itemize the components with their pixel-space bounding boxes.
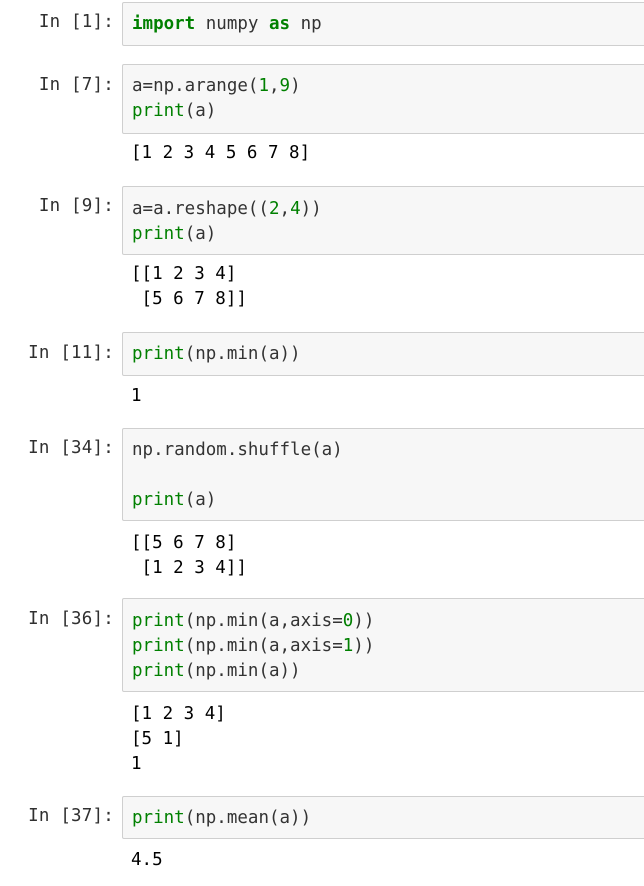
- code-line: a=np.arange(1,9): [132, 74, 301, 99]
- code-token: print: [132, 636, 185, 656]
- code-token: print: [132, 224, 185, 244]
- code-input-area[interactable]: np.random.shuffle(a) print(a): [122, 428, 644, 521]
- code-token: as: [268, 14, 291, 34]
- code-token: )): [353, 636, 375, 656]
- code-token: )): [353, 611, 375, 631]
- code-line: print(np.min(a,axis=1)): [132, 634, 374, 659]
- code-input-area[interactable]: a=a.reshape((2,4)) print(a): [122, 186, 644, 255]
- code-token: print: [132, 661, 185, 681]
- output-line: [1 2 3 4 5 6 7 8]: [131, 143, 311, 163]
- output-line: [[1 2 3 4]: [131, 264, 237, 284]
- code-input-area[interactable]: print(np.min(a,axis=0)) print(np.min(a,ax…: [122, 598, 644, 692]
- code-token: a=np.arange(: [132, 76, 259, 96]
- code-token: 0: [342, 611, 354, 631]
- code-token: 4: [290, 199, 301, 219]
- code-token: np: [290, 14, 322, 34]
- code-line: np.random.shuffle(a): [132, 438, 343, 463]
- code-token: ,: [279, 199, 291, 219]
- code-line: print(a): [132, 488, 216, 513]
- code-token: ,: [268, 76, 280, 96]
- code-line: print(np.mean(a)): [132, 806, 311, 831]
- code-token: ): [290, 76, 301, 96]
- code-token: a=a.reshape((: [132, 199, 269, 219]
- code-line: a=a.reshape((2,4)): [132, 197, 322, 222]
- output-line: 1: [131, 754, 142, 774]
- code-token: (a): [184, 101, 217, 121]
- code-token: 1: [342, 636, 354, 656]
- code-input-area[interactable]: print(np.min(a)): [122, 332, 644, 376]
- code-token: np.random.shuffle(a): [132, 440, 343, 460]
- output-line: [1 2 3 4]]: [131, 558, 247, 578]
- output-line: [[5 6 7 8]: [131, 533, 237, 553]
- code-token: )): [300, 199, 322, 219]
- code-token: print: [132, 611, 185, 631]
- output-line: 1: [131, 386, 142, 406]
- code-token: (a): [184, 490, 217, 510]
- code-token: print: [132, 490, 185, 510]
- output-line: 4.5: [131, 850, 163, 870]
- code-line: print(np.min(a,axis=0)): [132, 609, 374, 634]
- output-line: [5 6 7 8]]: [131, 289, 247, 309]
- code-input-area[interactable]: import numpy as np: [122, 2, 644, 46]
- output-line: [1 2 3 4]: [131, 704, 226, 724]
- code-token: (np.min(a)): [184, 661, 301, 681]
- cell-prompt: In [1]:: [38, 12, 114, 32]
- code-line: print(np.min(a)): [132, 342, 301, 367]
- code-token: 1: [258, 76, 269, 96]
- cell-prompt: In [36]:: [28, 609, 114, 629]
- code-token: numpy: [195, 14, 269, 34]
- code-token: 2: [268, 199, 280, 219]
- code-input-area[interactable]: print(np.mean(a)): [122, 796, 644, 839]
- cell-prompt: In [37]:: [28, 806, 114, 826]
- code-token: (np.min(a,axis=: [184, 611, 343, 631]
- code-line: print(a): [132, 222, 216, 247]
- cell-prompt: In [7]:: [38, 75, 114, 95]
- code-token: print: [132, 101, 185, 121]
- code-token: (np.min(a)): [184, 344, 301, 364]
- code-token: print: [132, 344, 185, 364]
- cell-prompt: In [11]:: [28, 343, 114, 363]
- code-token: (np.mean(a)): [184, 808, 312, 828]
- code-input-area[interactable]: a=np.arange(1,9) print(a): [122, 64, 644, 134]
- code-line: import numpy as np: [132, 12, 322, 37]
- notebook: In [1]: import numpy as np In [7]: a=np.ara…: [0, 0, 644, 886]
- code-token: import: [132, 14, 196, 34]
- cell-prompt: In [9]:: [38, 196, 114, 216]
- code-line: print(np.min(a)): [132, 659, 301, 684]
- cell-prompt: In [34]:: [28, 438, 114, 458]
- code-token: print: [132, 808, 185, 828]
- code-token: (np.min(a,axis=: [184, 636, 343, 656]
- output-line: [5 1]: [131, 729, 184, 749]
- code-token: 9: [279, 76, 291, 96]
- code-line: print(a): [132, 99, 216, 124]
- code-token: (a): [184, 224, 217, 244]
